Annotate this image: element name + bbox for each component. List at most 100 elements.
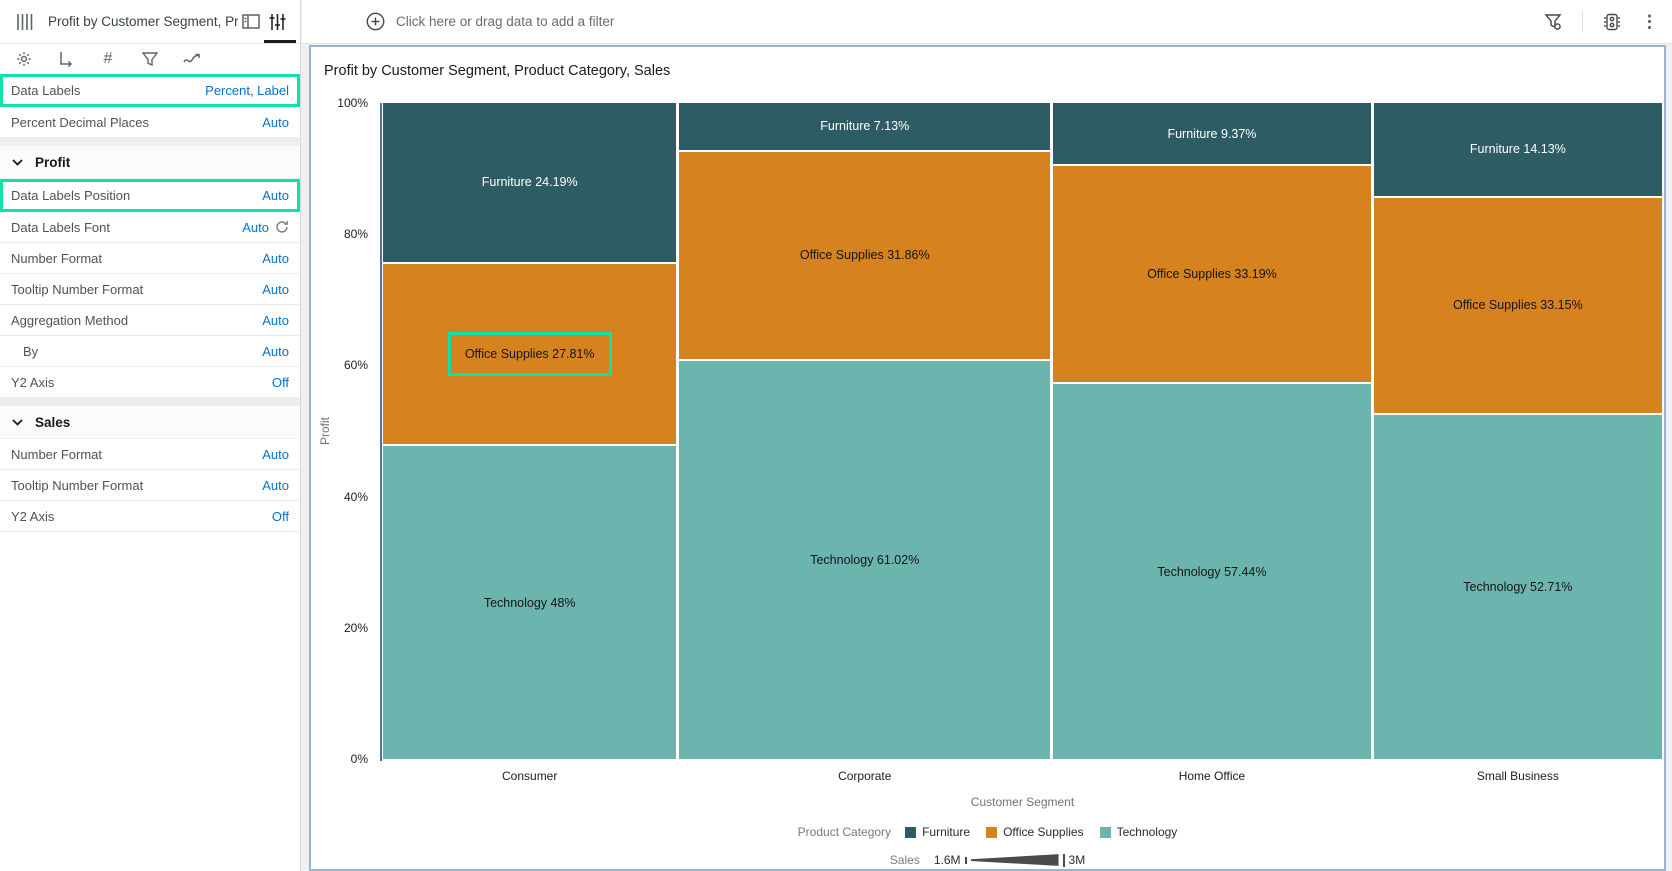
segment-home-office-office-supplies[interactable]: Office Supplies 33.19%	[1053, 164, 1371, 383]
property-value-aggregation-method[interactable]: Auto	[262, 313, 289, 328]
general-settings-icon[interactable]	[14, 49, 34, 69]
sales-width-wedge	[970, 854, 1059, 866]
property-row-data-labels[interactable]: Data Labels Percent, Label	[0, 74, 300, 107]
filter-settings-icon[interactable]	[1542, 11, 1564, 33]
data-label: Office Supplies 33.15%	[1452, 298, 1583, 313]
category-legend: Product Category Furniture Office Supplie…	[311, 825, 1664, 839]
segment-consumer-technology[interactable]: Technology 48%	[383, 444, 677, 759]
property-label-tooltip-number-format: Tooltip Number Format	[11, 477, 144, 493]
property-row-y2-axis[interactable]: Y2 Axis Off	[0, 367, 300, 398]
segment-home-office-technology[interactable]: Technology 57.44%	[1053, 382, 1371, 759]
segment-home-office-furniture[interactable]: Furniture 9.37%	[1053, 103, 1371, 165]
data-label: Office Supplies 27.81%	[464, 346, 595, 361]
property-row-data-labels-font[interactable]: Data Labels Font Auto	[0, 212, 300, 243]
property-value-percent-decimal-places[interactable]: Auto	[262, 115, 289, 130]
property-value-y2-axis[interactable]: Off	[272, 509, 289, 524]
legend-item-furniture[interactable]: Furniture	[905, 825, 970, 839]
add-filter-target[interactable]: Click here or drag data to add a filter	[366, 12, 1542, 31]
segment-small-business-office-supplies[interactable]: Office Supplies 33.15%	[1373, 195, 1662, 414]
filter-bar: Click here or drag data to add a filter …	[302, 0, 1672, 44]
segment-corporate-office-supplies[interactable]: Office Supplies 31.86%	[679, 149, 1051, 359]
property-value-data-labels-position[interactable]: Auto	[262, 188, 289, 203]
x-axis-title: Customer Segment	[970, 795, 1075, 809]
y-tick-80: 80%	[343, 227, 368, 242]
segment-consumer-furniture[interactable]: Furniture 24.19%	[383, 103, 677, 262]
mekko-column-corporate: Furniture 7.13% Office Supplies 31.86% Tec…	[679, 103, 1051, 759]
data-label: Technology 52.71%	[1463, 580, 1573, 595]
legend-swatch	[986, 826, 998, 838]
filter-icon[interactable]	[140, 49, 160, 69]
properties-panel-icon[interactable]	[264, 9, 290, 35]
sales-legend: Sales 1.6M 3M	[311, 853, 1664, 867]
axis-icon[interactable]	[56, 49, 76, 69]
segment-corporate-technology[interactable]: Technology 61.02%	[679, 358, 1051, 759]
property-row-data-labels-position[interactable]: Data Labels Position Auto	[0, 179, 300, 212]
canvas-properties-icon[interactable]	[1601, 11, 1623, 33]
property-row-by[interactable]: By Auto	[0, 336, 300, 367]
grammar-panel-icon[interactable]	[238, 9, 264, 35]
segment-small-business-furniture[interactable]: Furniture 14.13%	[1373, 103, 1662, 196]
property-value-data-labels-font[interactable]: Auto	[242, 220, 289, 235]
property-row-aggregation-method[interactable]: Aggregation Method Auto	[0, 305, 300, 336]
property-row-tooltip-number-format[interactable]: Tooltip Number Format Auto	[0, 274, 300, 305]
visualization-title: Profit by Customer Segment, Pr...	[48, 14, 238, 29]
segment-consumer-office-supplies[interactable]: Office Supplies 27.81%	[383, 261, 677, 445]
y-tick-40: 40%	[343, 489, 368, 504]
annotation-highlight-box: Office Supplies 27.81%	[447, 331, 612, 376]
data-label: Technology 61.02%	[810, 552, 920, 567]
mekko-plot: Furniture 24.19% Office Supplies 27.81% Te…	[383, 103, 1662, 759]
chevron-down-icon[interactable]	[12, 158, 23, 166]
plus-circle-icon[interactable]	[366, 12, 385, 31]
data-label: Technology 48%	[483, 595, 576, 610]
data-label: Furniture 7.13%	[820, 119, 910, 134]
divider	[1582, 10, 1583, 33]
property-row-y2-axis[interactable]: Y2 Axis Off	[0, 501, 300, 532]
property-label-data-labels-position: Data Labels Position	[11, 188, 131, 203]
legend-item-office-supplies[interactable]: Office Supplies	[986, 825, 1084, 839]
property-value-number-format[interactable]: Auto	[262, 251, 289, 266]
property-row-percent-decimal-places[interactable]: Percent Decimal Places Auto	[0, 107, 300, 138]
data-label: Technology 57.44%	[1157, 564, 1267, 579]
legend-item-technology[interactable]: Technology	[1099, 825, 1177, 839]
reset-font-icon[interactable]	[275, 220, 289, 234]
legend-title: Product Category	[797, 825, 892, 839]
kebab-menu-icon[interactable]: ⋮	[1641, 12, 1658, 32]
x-axis-labels: Consumer Corporate Home Office Small Busine…	[383, 769, 1662, 783]
mekko-column-small-business: Furniture 14.13% Office Supplies 33.15% Te…	[1373, 103, 1662, 759]
mekko-chart-icon	[12, 9, 38, 35]
chevron-down-icon[interactable]	[12, 418, 23, 426]
mekko-column-home-office: Furniture 9.37% Office Supplies 33.19% Tec…	[1053, 103, 1371, 759]
section-title: Sales	[35, 414, 71, 430]
section-header-profit[interactable]: Profit	[0, 146, 300, 179]
property-row-tooltip-number-format[interactable]: Tooltip Number Format Auto	[0, 470, 300, 501]
data-label: Furniture 9.37%	[1167, 126, 1257, 141]
properties-toolbar: #	[0, 44, 300, 74]
values-icon[interactable]: #	[98, 49, 118, 69]
sales-min: 1.6M	[933, 853, 961, 867]
segment-corporate-furniture[interactable]: Furniture 7.13%	[679, 103, 1051, 150]
property-value-number-format[interactable]: Auto	[262, 447, 289, 462]
legend-label: Office Supplies	[1003, 825, 1084, 839]
property-value-data-labels[interactable]: Percent, Label	[205, 83, 289, 98]
property-value-by[interactable]: Auto	[262, 344, 289, 359]
filter-hint-text: Click here or drag data to add a filter	[396, 14, 615, 29]
properties-panel: Profit by Customer Segment, Pr... # Data…	[0, 0, 301, 871]
property-value-y2-axis[interactable]: Off	[272, 375, 289, 390]
section-header-sales[interactable]: Sales	[0, 406, 300, 439]
y-tick-0: 0%	[350, 752, 368, 766]
property-value-tooltip-number-format[interactable]: Auto	[262, 478, 289, 493]
property-value-tooltip-number-format[interactable]: Auto	[262, 282, 289, 297]
sales-max: 3M	[1068, 853, 1086, 867]
property-row-number-format[interactable]: Number Format Auto	[0, 243, 300, 274]
segment-small-business-technology[interactable]: Technology 52.71%	[1373, 413, 1662, 759]
visualization-canvas[interactable]: Profit by Customer Segment, Product Cate…	[309, 45, 1666, 871]
property-label-y2-axis: Y2 Axis	[11, 508, 55, 524]
property-label-by: By	[23, 343, 39, 359]
data-label: Furniture 14.13%	[1469, 142, 1566, 157]
top-right-actions: ⋮	[1542, 10, 1658, 33]
analytics-icon[interactable]	[182, 49, 202, 69]
x-label-home-office: Home Office	[1178, 769, 1246, 783]
panel-header: Profit by Customer Segment, Pr...	[0, 0, 300, 44]
property-label-number-format: Number Format	[11, 446, 103, 462]
property-row-number-format[interactable]: Number Format Auto	[0, 439, 300, 470]
